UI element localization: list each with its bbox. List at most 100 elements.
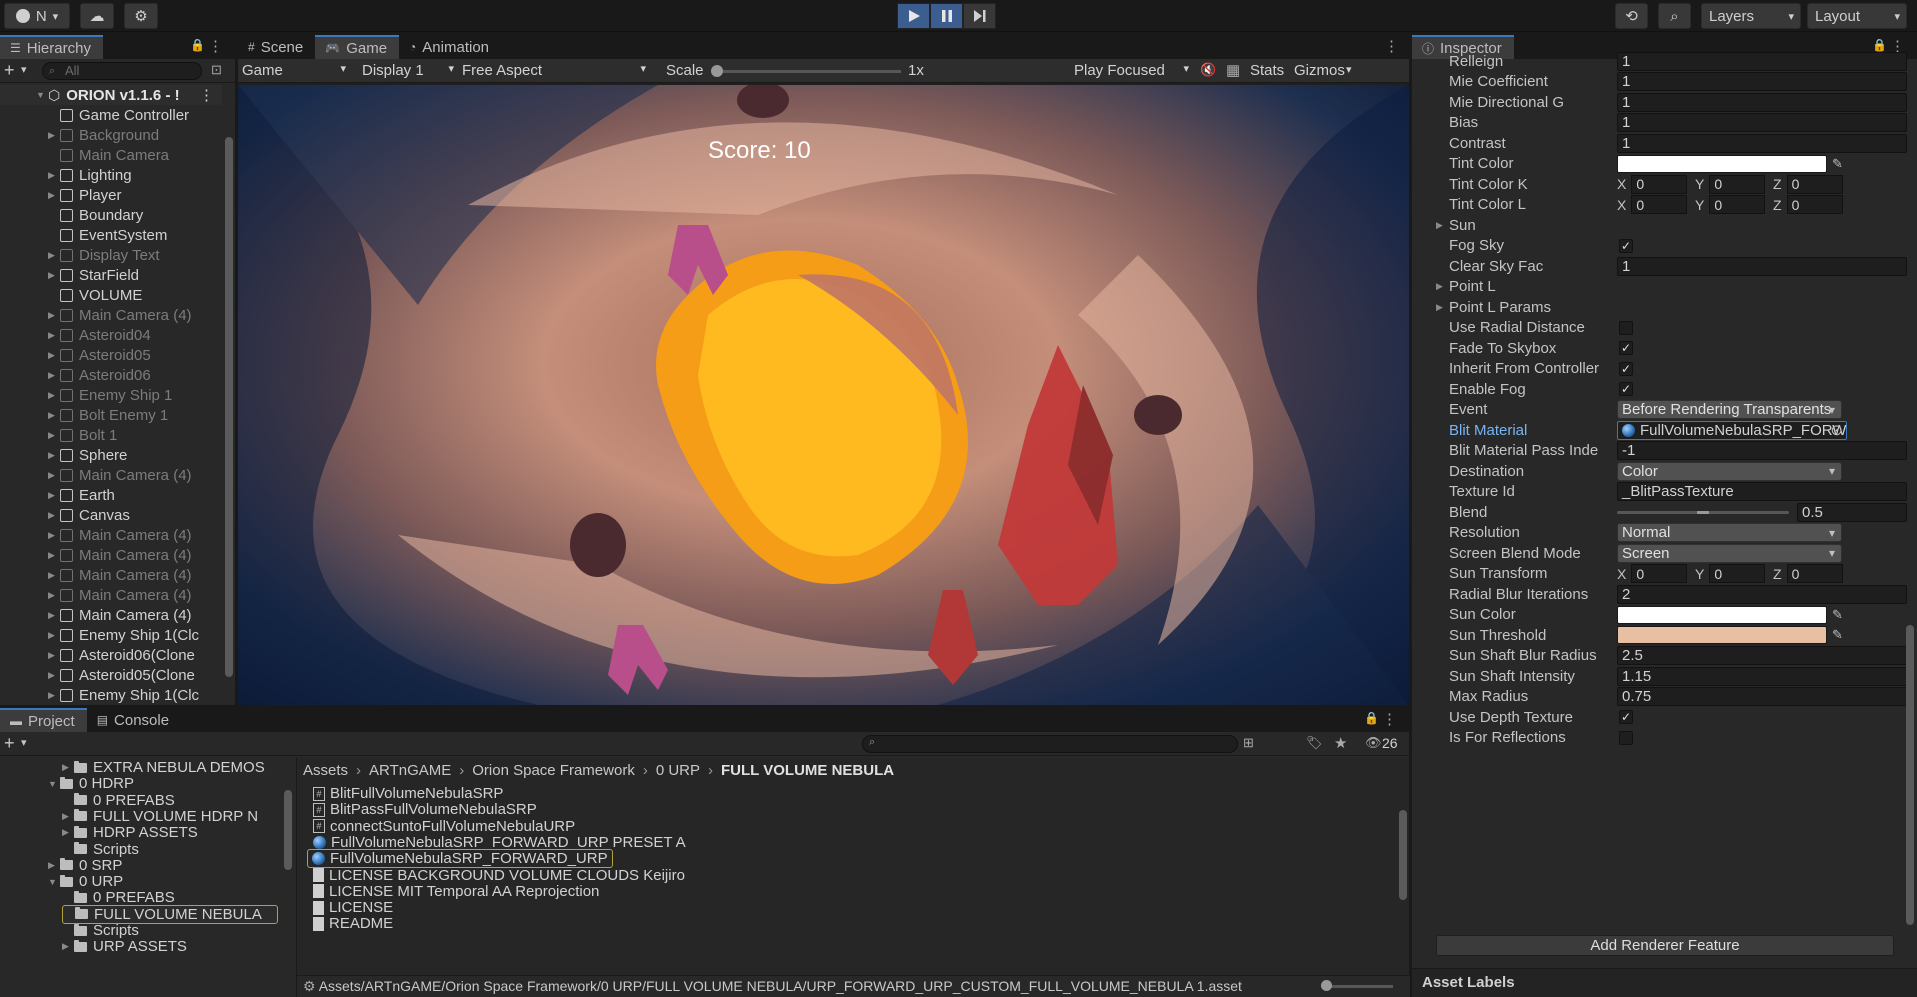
search-by-type-icon[interactable]: ⊞ bbox=[1243, 735, 1254, 751]
expand-icon[interactable]: ▶ bbox=[48, 610, 60, 621]
stats-button[interactable]: Stats bbox=[1250, 62, 1284, 79]
vector-x-field[interactable]: X0 bbox=[1617, 564, 1688, 583]
hierarchy-scrollbar[interactable] bbox=[225, 137, 233, 677]
hierarchy-item[interactable]: ▶ Asteroid04 bbox=[0, 325, 222, 345]
kebab-menu-icon[interactable]: ⋮ bbox=[199, 86, 214, 104]
tab-game[interactable]: 🎮 Game bbox=[315, 35, 400, 59]
expand-icon[interactable]: ▶ bbox=[62, 941, 74, 952]
expand-icon[interactable]: ▶ bbox=[48, 410, 60, 421]
hierarchy-item[interactable]: ▶ Lighting bbox=[0, 165, 222, 185]
hierarchy-item[interactable]: ▶ Sphere bbox=[0, 445, 222, 465]
expand-icon[interactable]: ▶ bbox=[48, 430, 60, 441]
property-checkbox[interactable]: ✓ bbox=[1619, 341, 1633, 355]
play-mode-dropdown[interactable]: Play Focused ▾ bbox=[1074, 62, 1189, 79]
step-button[interactable] bbox=[963, 3, 996, 29]
hierarchy-item[interactable]: ▶ Main Camera (4) bbox=[0, 305, 222, 325]
gizmos-button[interactable]: Gizmos bbox=[1294, 62, 1345, 79]
expand-icon[interactable]: ▶ bbox=[48, 390, 60, 401]
property-checkbox[interactable]: ✓ bbox=[1619, 382, 1633, 396]
chevron-down-icon[interactable]: ▾ bbox=[1346, 63, 1352, 76]
expand-icon[interactable]: ▶ bbox=[48, 650, 60, 661]
asset-labels-header[interactable]: Asset Labels bbox=[1412, 968, 1917, 997]
expand-icon[interactable]: ▶ bbox=[62, 827, 74, 838]
expand-icon[interactable]: ▶ bbox=[48, 670, 60, 681]
color-field[interactable] bbox=[1617, 154, 1827, 173]
vector-y-field[interactable]: Y0 bbox=[1695, 564, 1766, 583]
property-label[interactable]: Point L bbox=[1449, 278, 1599, 295]
expand-icon[interactable]: ▶ bbox=[48, 250, 60, 261]
expand-icon[interactable]: ▶ bbox=[48, 860, 60, 871]
vector-y-field[interactable]: Y0 bbox=[1695, 174, 1766, 194]
expand-icon[interactable]: ▶ bbox=[62, 811, 74, 822]
expand-icon[interactable]: ▼ bbox=[36, 90, 48, 100]
cloud-button[interactable]: ☁ bbox=[80, 3, 114, 29]
icon-size-slider[interactable] bbox=[1321, 980, 1393, 991]
chevron-down-icon[interactable]: ▾ bbox=[21, 63, 27, 76]
hierarchy-item[interactable]: ▶ Player bbox=[0, 185, 222, 205]
hierarchy-item[interactable]: ▶ Main Camera (4) bbox=[0, 465, 222, 485]
kebab-menu-icon[interactable]: ⋮ bbox=[1382, 710, 1397, 728]
add-icon[interactable]: + bbox=[4, 60, 15, 81]
breadcrumb-item[interactable]: 0 URP bbox=[656, 762, 700, 779]
expand-icon[interactable]: ▶ bbox=[48, 350, 60, 361]
vector-z-field[interactable]: Z0 bbox=[1773, 195, 1843, 214]
hierarchy-item[interactable]: Main Camera bbox=[0, 145, 222, 165]
filter-by-label-icon[interactable]: 🏷 bbox=[1306, 735, 1323, 751]
breadcrumb-item[interactable]: Orion Space Framework bbox=[472, 762, 635, 779]
hidden-packages-icon[interactable]: 👁 bbox=[1365, 735, 1382, 751]
expand-icon[interactable]: ▶ bbox=[48, 310, 60, 321]
property-dropdown[interactable]: Color bbox=[1617, 461, 1842, 481]
project-tree-scrollbar[interactable] bbox=[284, 790, 292, 870]
property-dropdown[interactable]: Normal bbox=[1617, 523, 1842, 542]
hierarchy-item[interactable]: ▶ StarField bbox=[0, 265, 222, 285]
property-field[interactable]: 0.75 bbox=[1617, 687, 1907, 706]
hierarchy-item[interactable]: VOLUME bbox=[0, 285, 222, 305]
hierarchy-item[interactable]: ▶ Asteroid05 bbox=[0, 345, 222, 365]
inspector-scrollbar[interactable] bbox=[1906, 625, 1914, 925]
hierarchy-item[interactable]: Boundary bbox=[0, 205, 222, 225]
hierarchy-item[interactable]: ▶ Asteroid06(Clone bbox=[0, 645, 222, 665]
hierarchy-item[interactable]: EventSystem bbox=[0, 225, 222, 245]
vector-z-field[interactable]: Z0 bbox=[1773, 174, 1843, 194]
expand-icon[interactable]: ▶ bbox=[48, 690, 60, 701]
expand-icon[interactable]: ▼ bbox=[48, 877, 60, 887]
kebab-menu-icon[interactable]: ⋮ bbox=[208, 37, 223, 55]
hierarchy-item[interactable]: ▶ Main Camera (4) bbox=[0, 565, 222, 585]
hierarchy-item[interactable]: ▶ Asteroid06 bbox=[0, 365, 222, 385]
expand-icon[interactable]: ▶ bbox=[48, 530, 60, 541]
expand-icon[interactable]: ▶ bbox=[48, 510, 60, 521]
collab-button[interactable]: ⚙ bbox=[124, 3, 158, 29]
account-dropdown[interactable]: N ▾ bbox=[4, 3, 70, 29]
property-checkbox[interactable] bbox=[1619, 730, 1633, 745]
property-field[interactable]: _BlitPassTexture bbox=[1617, 482, 1907, 501]
tab-console[interactable]: ▤ Console bbox=[87, 708, 181, 732]
object-field[interactable]: FullVolumeNebulaSRP_FORWARD⊙ bbox=[1617, 420, 1847, 440]
favorite-icon[interactable]: ★ bbox=[1334, 734, 1347, 752]
hierarchy-item[interactable]: ▶ Enemy Ship 1(Clc bbox=[0, 685, 222, 705]
pause-button[interactable] bbox=[930, 3, 963, 29]
blend-value-field[interactable]: 0.5 bbox=[1797, 502, 1907, 522]
aspect-dropdown[interactable]: Free Aspect ▾ bbox=[462, 62, 650, 79]
expand-icon[interactable]: ▶ bbox=[62, 762, 74, 773]
breadcrumb-item[interactable]: Assets bbox=[303, 762, 348, 779]
hierarchy-item[interactable]: ▶ Main Camera (4) bbox=[0, 525, 222, 545]
layout-dropdown[interactable]: Layout ▾ bbox=[1807, 3, 1907, 29]
hierarchy-item[interactable]: ▶ Asteroid05(Clone bbox=[0, 665, 222, 685]
vector-y-field[interactable]: Y0 bbox=[1695, 195, 1766, 214]
property-dropdown[interactable]: Before Rendering Transparents bbox=[1617, 400, 1842, 419]
foldout-icon[interactable]: ▶ bbox=[1436, 281, 1443, 292]
view-mode-dropdown[interactable]: Game ▾ bbox=[242, 62, 350, 79]
project-search-input[interactable]: ⌕ bbox=[862, 735, 1238, 753]
file-item[interactable]: README bbox=[313, 914, 393, 933]
hierarchy-item[interactable]: ▶ Enemy Ship 1 bbox=[0, 385, 222, 405]
vector-x-field[interactable]: X0 bbox=[1617, 174, 1688, 194]
lock-icon[interactable]: 🔒 bbox=[1872, 38, 1887, 52]
hierarchy-item[interactable]: Game Controller bbox=[0, 105, 222, 125]
property-field[interactable]: 1.15 bbox=[1617, 666, 1907, 686]
scene-search-icon[interactable]: ⊡ bbox=[211, 62, 222, 78]
property-field[interactable]: 1 bbox=[1617, 92, 1907, 112]
expand-icon[interactable]: ▶ bbox=[48, 130, 60, 141]
blend-slider[interactable] bbox=[1617, 511, 1789, 514]
tab-animation[interactable]: ◔ Animation bbox=[399, 35, 501, 59]
lock-icon[interactable]: 🔒 bbox=[1364, 711, 1379, 725]
